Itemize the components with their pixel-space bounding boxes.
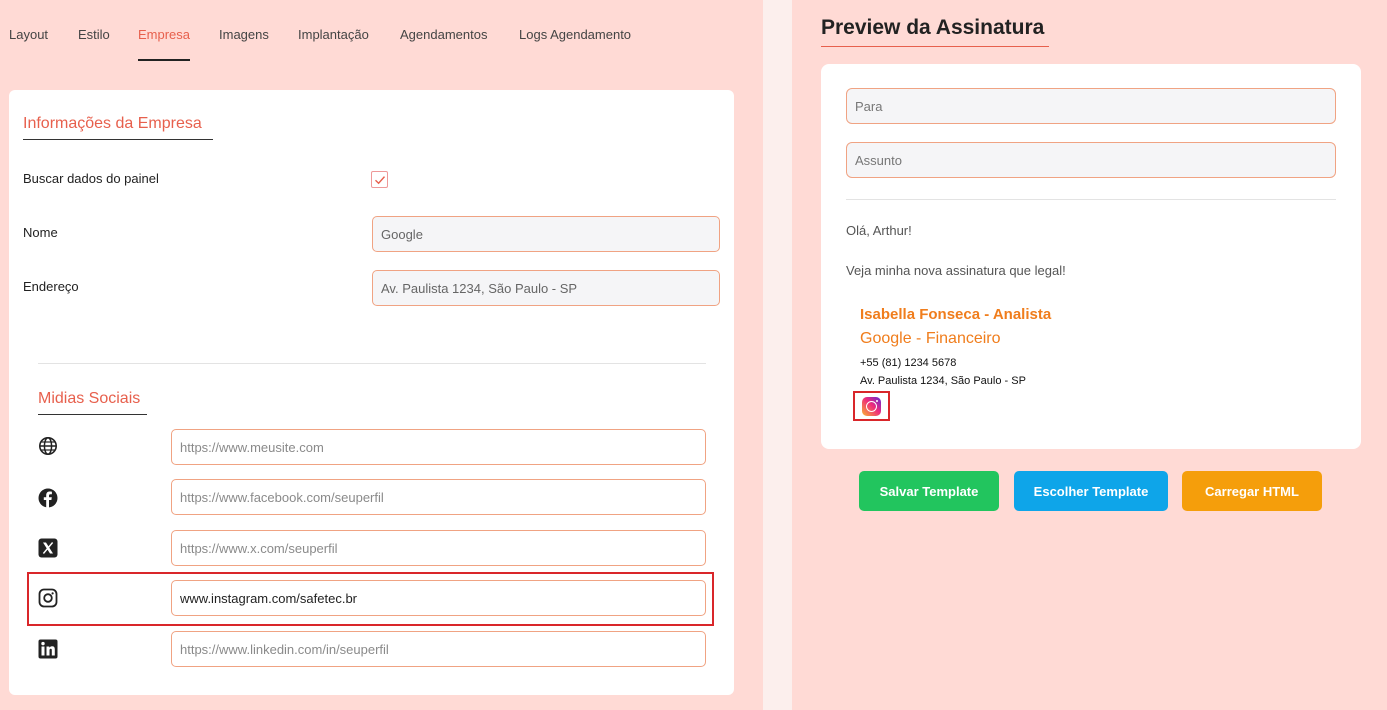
preview-title-underline <box>821 46 1049 47</box>
load-html-button[interactable]: Carregar HTML <box>1182 471 1322 511</box>
company-section-title: Informações da Empresa <box>23 115 202 132</box>
x-icon <box>38 538 58 558</box>
email-body: Veja minha nova assinatura que legal! <box>846 263 1066 278</box>
active-tab-indicator <box>138 59 190 61</box>
name-input[interactable]: Google <box>372 216 720 252</box>
linkedin-icon <box>38 639 58 659</box>
social-section-title: Midias Sociais <box>38 390 141 407</box>
globe-icon <box>39 437 57 455</box>
tab-empresa[interactable]: Empresa <box>138 27 190 42</box>
signature-address: Av. Paulista 1234, São Paulo - SP <box>860 375 1026 387</box>
tab-estilo[interactable]: Estilo <box>78 27 110 42</box>
signature-instagram-link[interactable] <box>853 391 890 421</box>
subject-input[interactable]: Assunto <box>846 142 1336 178</box>
website-input[interactable]: https://www.meusite.com <box>171 429 706 465</box>
tab-logs-agendamento[interactable]: Logs Agendamento <box>519 27 631 42</box>
preview-title: Preview da Assinatura <box>821 16 1045 39</box>
instagram-row-highlight <box>27 572 714 626</box>
facebook-input[interactable]: https://www.facebook.com/seuperfil <box>171 479 706 515</box>
x-input[interactable]: https://www.x.com/seuperfil <box>171 530 706 566</box>
email-greeting: Olá, Arthur! <box>846 223 912 238</box>
section-divider <box>38 363 706 364</box>
facebook-icon <box>38 488 58 508</box>
name-label: Nome <box>23 225 58 240</box>
instagram-logo-icon <box>862 397 881 416</box>
signature-name: Isabella Fonseca - Analista <box>860 306 1052 323</box>
signature-phone: +55 (81) 1234 5678 <box>860 357 957 369</box>
signature-role: Google - Financeiro <box>860 330 1001 347</box>
check-icon <box>375 176 386 185</box>
address-input[interactable]: Av. Paulista 1234, São Paulo - SP <box>372 270 720 306</box>
company-title-underline <box>23 139 213 140</box>
tab-imagens[interactable]: Imagens <box>219 27 269 42</box>
social-title-underline <box>38 414 147 415</box>
fetch-panel-checkbox[interactable] <box>371 171 388 188</box>
save-template-button[interactable]: Salvar Template <box>859 471 999 511</box>
choose-template-button[interactable]: Escolher Template <box>1014 471 1168 511</box>
to-input[interactable]: Para <box>846 88 1336 124</box>
linkedin-input[interactable]: https://www.linkedin.com/in/seuperfil <box>171 631 706 667</box>
address-label: Endereço <box>23 279 79 294</box>
tab-implantacao[interactable]: Implantação <box>298 27 369 42</box>
tab-agendamentos[interactable]: Agendamentos <box>400 27 487 42</box>
email-divider <box>846 199 1336 200</box>
tab-layout[interactable]: Layout <box>9 27 48 42</box>
fetch-panel-label: Buscar dados do painel <box>23 171 159 186</box>
pane-divider <box>763 0 792 710</box>
